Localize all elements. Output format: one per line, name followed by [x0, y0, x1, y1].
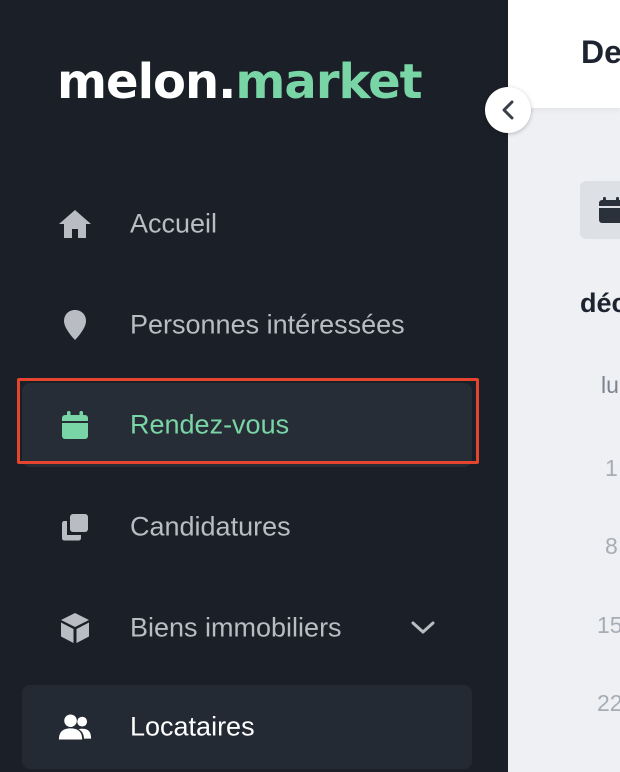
sidebar-item-label: Accueil [130, 208, 218, 239]
sidebar-item-label: Biens immobiliers [130, 612, 342, 643]
sidebar-item-personnes-interessees[interactable]: Personnes intéressées [22, 283, 472, 367]
sidebar-item-accueil[interactable]: Accueil [22, 182, 472, 266]
calendar-day[interactable]: 15 [597, 612, 620, 639]
calendar-day[interactable]: 8 [605, 533, 618, 560]
chevron-left-icon [502, 100, 514, 120]
chevron-down-icon[interactable] [408, 613, 438, 643]
calendar-icon [58, 408, 92, 442]
copy-icon [58, 510, 92, 544]
map-pin-icon [58, 308, 92, 342]
logo[interactable]: melon.market [57, 58, 423, 106]
home-icon [58, 207, 92, 241]
logo-part-market: market [235, 54, 422, 110]
sidebar-item-biens-immobiliers[interactable]: Biens immobiliers [22, 586, 472, 670]
calendar-day[interactable]: 1 [605, 455, 618, 482]
sidebar-item-locataires[interactable]: Locataires [22, 685, 472, 769]
calendar-view-button[interactable] [580, 181, 620, 239]
collapse-sidebar-button[interactable] [485, 87, 531, 133]
box-icon [58, 611, 92, 645]
calendar-day[interactable]: 22 [597, 690, 620, 717]
header: De [508, 0, 620, 108]
calendar-month-label: déc [580, 288, 620, 318]
users-icon [58, 710, 92, 744]
sidebar-item-label: Rendez-vous [130, 409, 290, 440]
sidebar-item-rendez-vous[interactable]: Rendez-vous [22, 383, 472, 467]
logo-part-melon: melon. [57, 54, 236, 110]
sidebar-item-label: Candidatures [130, 511, 291, 542]
sidebar-item-candidatures[interactable]: Candidatures [22, 485, 472, 569]
sidebar-item-label: Locataires [130, 711, 255, 742]
calendar-weekday-label: lu [601, 372, 619, 398]
sidebar: melon.market Accueil Personnes intéressé… [0, 0, 508, 772]
page-title: De [581, 34, 620, 70]
calendar-icon [599, 197, 620, 223]
sidebar-item-label: Personnes intéressées [130, 309, 405, 340]
